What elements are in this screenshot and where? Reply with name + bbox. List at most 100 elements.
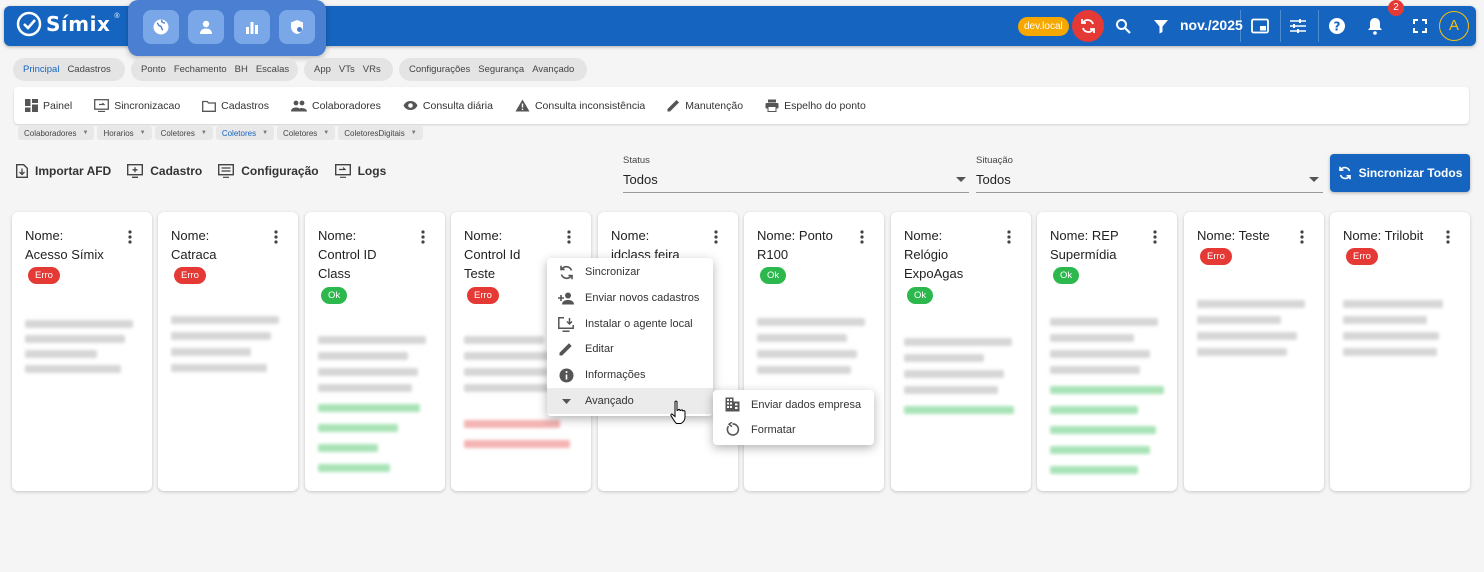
subnav-consulta-inconsistencia[interactable]: Consulta inconsistência (515, 99, 645, 112)
menu-item-label: Enviar novos cadastros (585, 292, 700, 304)
user-avatar[interactable]: A (1439, 11, 1469, 41)
subnav-manutencao[interactable]: Manutenção (667, 99, 743, 112)
nav-item-avancado[interactable]: Avançado (532, 64, 574, 75)
menu-item-informacoes[interactable]: Informações (547, 362, 713, 388)
menu-item-editar[interactable]: Editar (547, 336, 713, 362)
status-badge: Ok (1053, 267, 1080, 284)
filter-button[interactable] (1151, 16, 1171, 36)
menu-item-enviar-dados-empresa[interactable]: Enviar dados empresa (713, 392, 874, 417)
device-name-line: Catraca (171, 247, 217, 262)
device-card: Nome: Trilobit Erro (1330, 212, 1470, 491)
nav-item-cadastros[interactable]: Cadastros (67, 64, 110, 75)
help-button[interactable]: ? (1327, 16, 1347, 36)
nav-item-escalas[interactable]: Escalas (256, 64, 289, 75)
more-options-icon[interactable] (1007, 230, 1011, 244)
status-badge: Erro (1200, 248, 1232, 265)
more-options-icon[interactable] (1446, 230, 1450, 244)
screen-add-icon (127, 164, 144, 178)
redacted-text (1197, 332, 1297, 340)
menu-item-avancado[interactable]: Avançado (547, 388, 713, 414)
tune-button[interactable] (1288, 16, 1308, 36)
subnav-painel[interactable]: Painel (25, 99, 72, 112)
device-name-line: Nome: Ponto (757, 228, 833, 243)
cadastro-button[interactable]: Cadastro (127, 164, 202, 178)
sync-all-button[interactable]: Sincronizar Todos (1330, 154, 1470, 192)
picture-in-picture-button[interactable] (1250, 16, 1270, 36)
subnav-sincronizacao[interactable]: Sincronizacao (94, 99, 180, 112)
configuracao-button[interactable]: Configuração (218, 164, 319, 178)
module-person-button[interactable] (188, 10, 224, 44)
tab-chip[interactable]: Horarios ▼ (97, 126, 152, 140)
folder-icon (202, 100, 217, 112)
status-select[interactable]: Status Todos (623, 155, 969, 193)
logs-button[interactable]: Logs (334, 164, 386, 178)
module-globe-button[interactable] (143, 10, 179, 44)
nav-item-app[interactable]: App (314, 64, 331, 75)
redacted-text (1050, 386, 1164, 394)
more-options-icon[interactable] (128, 230, 132, 244)
globe-icon (153, 19, 169, 35)
notifications-button[interactable] (1365, 16, 1385, 36)
device-name-line: Relógio (904, 247, 949, 262)
menu-item-enviar-novos-cadastros[interactable]: Enviar novos cadastros (547, 285, 713, 311)
picture-in-picture-icon (1251, 18, 1269, 34)
menu-item-instalar-agente[interactable]: Instalar o agente local (547, 311, 713, 337)
redacted-text (171, 348, 251, 356)
top-app-bar: Símix ® dev.local nov./2025 ? 2 A (4, 0, 1476, 56)
nav-item-principal[interactable]: Principal (23, 64, 59, 75)
nav-item-ponto[interactable]: Ponto (141, 64, 166, 75)
more-options-icon[interactable] (860, 230, 864, 244)
nav-item-configuracoes[interactable]: Configurações (409, 64, 470, 75)
more-options-icon[interactable] (421, 230, 425, 244)
menu-item-sincronizar[interactable]: Sincronizar (547, 259, 713, 285)
nav-item-fechamento[interactable]: Fechamento (174, 64, 227, 75)
caret-down-icon (561, 398, 571, 404)
device-name-line: Nome: Teste (1197, 228, 1270, 243)
import-afd-label: Importar AFD (35, 164, 112, 178)
nav-item-vrs[interactable]: VRs (363, 64, 381, 75)
nav-item-bh[interactable]: BH (235, 64, 248, 75)
menu-item-label: Informações (585, 369, 646, 381)
subnav-label: Manutenção (685, 99, 744, 112)
period-selector[interactable]: nov./2025 (1180, 17, 1243, 33)
subnav-espelho-do-ponto[interactable]: Espelho do ponto (765, 99, 866, 112)
situacao-select[interactable]: Situação Todos (976, 155, 1323, 193)
import-afd-button[interactable]: Importar AFD (16, 164, 111, 178)
more-options-icon[interactable] (1300, 230, 1304, 244)
redacted-text (318, 424, 398, 432)
more-options-icon[interactable] (274, 230, 278, 244)
module-shield-button[interactable] (279, 10, 315, 44)
tab-chip-active[interactable]: Coletores ▼ (215, 126, 275, 140)
fullscreen-button[interactable] (1410, 16, 1430, 36)
redacted-text (1050, 446, 1150, 454)
import-file-icon (16, 164, 28, 178)
tab-chip[interactable]: Coletores ▼ (154, 126, 213, 140)
more-options-icon[interactable] (567, 230, 571, 244)
redacted-text (171, 332, 271, 340)
subnav-consulta-diaria[interactable]: Consulta diária (403, 100, 493, 112)
redacted-text (318, 404, 420, 412)
module-chart-button[interactable] (234, 10, 270, 44)
divider (1240, 10, 1241, 42)
dashboard-icon (25, 99, 38, 112)
logo[interactable]: Símix ® (16, 11, 120, 37)
more-options-icon[interactable] (1153, 230, 1157, 244)
refresh-button[interactable] (1072, 10, 1104, 42)
tab-chip[interactable]: Coletores ▼ (277, 126, 336, 140)
subnav-cadastros[interactable]: Cadastros (202, 100, 269, 112)
tune-icon (1290, 19, 1306, 33)
menu-item-formatar[interactable]: Formatar (713, 417, 874, 442)
redacted-text (1050, 406, 1138, 414)
nav-item-seguranca[interactable]: Segurança (478, 64, 524, 75)
tab-chip-label: Coletores (221, 128, 257, 138)
subnav-colaboradores[interactable]: Colaboradores (291, 100, 381, 112)
more-options-icon[interactable] (714, 230, 718, 244)
menu-item-label: Sincronizar (585, 266, 641, 278)
nav-item-vts[interactable]: VTs (339, 64, 355, 75)
search-button[interactable] (1113, 16, 1133, 36)
advanced-submenu: Enviar dados empresa Formatar (713, 390, 874, 445)
redacted-text (1343, 300, 1443, 308)
device-name-line: R100 (757, 247, 789, 262)
tab-chip[interactable]: Colaboradores ▼ (18, 126, 95, 140)
tab-chip[interactable]: ColetoresDigitais ▼ (338, 126, 423, 140)
